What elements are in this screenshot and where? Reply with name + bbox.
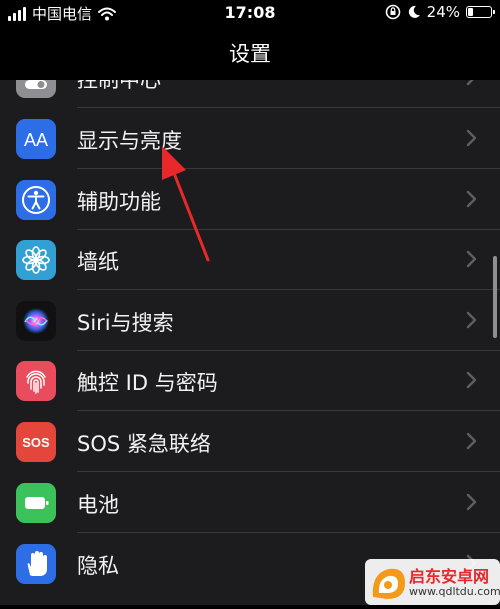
svg-text:AA: AA [24,130,48,150]
settings-row-label: Siri与搜索 [77,311,174,335]
settings-row-label: 墙纸 [77,250,119,274]
settings-row-label: 控制中心 [77,80,161,92]
chevron-right-icon [466,129,477,147]
fingerprint-icon [16,361,56,401]
settings-row-emergency-sos[interactable]: SOS SOS 紧急联络 [0,412,500,472]
settings-row-label: 辅助功能 [77,190,161,214]
svg-text:SOS: SOS [22,435,50,450]
row-divider [77,471,500,472]
battery-icon [16,483,56,523]
settings-row-label: 隐私 [77,554,119,578]
settings-list[interactable]: 控制中心 AA 显示与亮度 辅助功能 墙纸 Siri与搜索 触控 ID 与密码 … [0,80,500,605]
accessibility-icon [16,180,56,220]
battery-percent: 24% [426,3,460,21]
watermark-brand: 启东安卓网 [409,567,490,586]
settings-row-siri[interactable]: Siri与搜索 [0,291,500,351]
settings-row-label: SOS 紧急联络 [77,432,211,456]
status-bar: 中国电信 17:08 24% [0,0,500,26]
chevron-right-icon [466,371,477,389]
row-divider [77,107,500,108]
display-brightness-icon: AA [16,119,56,159]
status-right: 24% [385,3,495,21]
orientation-lock-icon [385,4,400,20]
chevron-right-icon [466,493,477,511]
settings-row-wallpaper[interactable]: 墙纸 [0,230,500,290]
siri-icon [16,301,56,341]
settings-row-display-brightness[interactable]: AA 显示与亮度 [0,109,500,169]
annotation-arrow-icon [162,146,210,262]
wallpaper-icon [16,240,56,280]
battery-level-fill [468,8,473,16]
settings-row-label: 电池 [77,493,119,517]
chevron-right-icon [466,190,477,208]
chevron-right-icon [466,80,474,86]
watermark-url: www.qdltdu.com [409,585,500,598]
settings-row-accessibility[interactable]: 辅助功能 [0,170,500,230]
chevron-right-icon [466,311,477,329]
settings-row-battery[interactable]: 电池 [0,473,500,533]
privacy-hand-icon [16,544,56,584]
nav-bar: 设置 [0,26,500,80]
battery-icon [466,6,495,18]
moon-icon [408,5,420,18]
row-divider [77,168,500,169]
chevron-right-icon [466,432,477,450]
sos-icon: SOS [16,422,56,462]
scrollbar[interactable] [493,256,497,338]
settings-row-control-center[interactable]: 控制中心 [0,80,500,108]
settings-row-touch-id-passcode[interactable]: 触控 ID 与密码 [0,351,500,411]
row-divider [77,289,500,290]
row-divider [77,410,500,411]
settings-row-label: 触控 ID 与密码 [77,371,218,395]
page-title: 设置 [229,42,271,66]
control-center-icon [16,80,56,98]
row-divider [77,532,500,533]
watermark-logo: 启东安卓网 www.qdltdu.com [365,559,500,605]
chevron-right-icon [466,250,477,268]
